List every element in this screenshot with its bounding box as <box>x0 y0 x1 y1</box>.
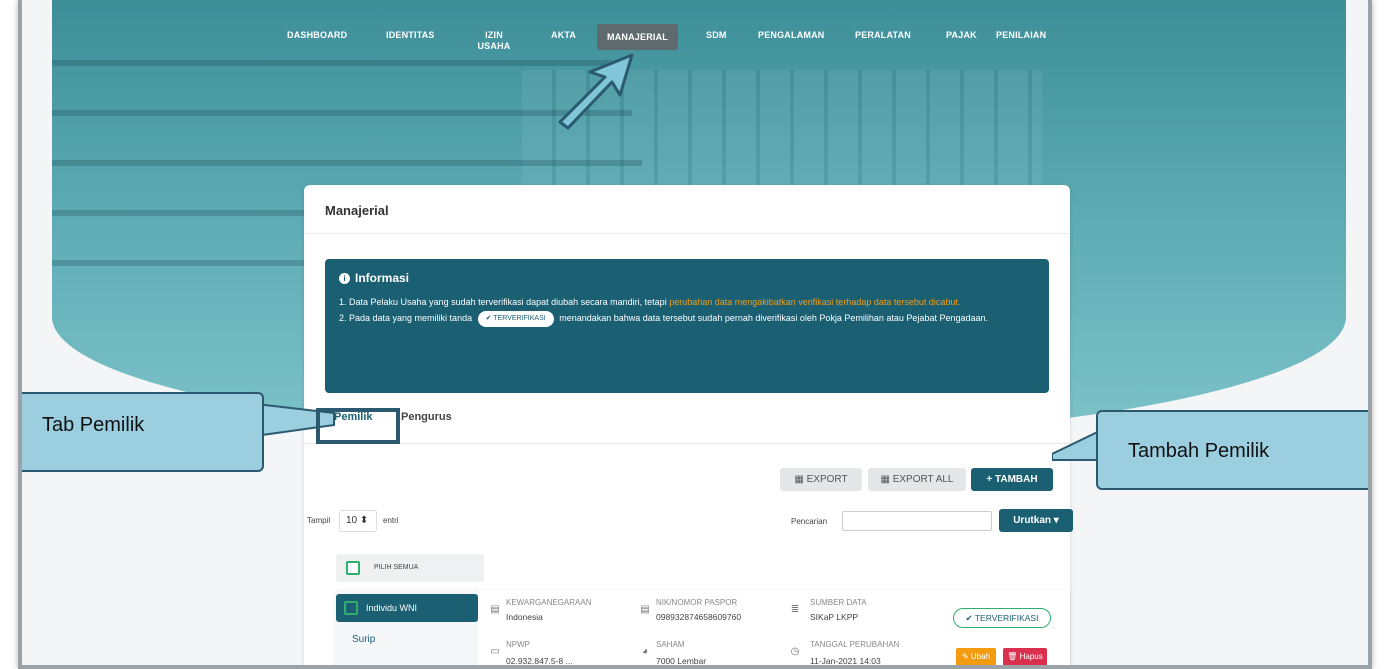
nav-dashboard[interactable]: DASHBOARD <box>287 30 347 41</box>
kewarganegaraan-value: Indonesia <box>506 612 543 622</box>
entri-label: entri <box>383 516 399 525</box>
nav-penilaian[interactable]: PENILAIAN <box>996 30 1046 41</box>
select-all-checkbox[interactable] <box>346 561 360 575</box>
sumber-value: SIKaP LKPP <box>810 612 859 622</box>
nav-izin-usaha[interactable]: IZIN USAHA <box>477 30 511 52</box>
tampil-label: Tampil <box>307 516 331 525</box>
tanggal-value: 11-Jan-2021 14:03 <box>810 656 881 666</box>
list-item: Individu WNI Surip ▤ KEWARGANEGARAAN Ind… <box>336 590 1070 666</box>
verified-badge-sample: ✔ TERVERIFIKASI <box>477 311 554 327</box>
tab-pengurus[interactable]: Pengurus <box>401 411 452 423</box>
callout-tab-pemilik: Tab Pemilik <box>22 392 264 472</box>
pointer-arrow <box>558 53 634 130</box>
clock-icon: ◷ <box>790 646 800 657</box>
id-card-icon: ▤ <box>640 604 650 615</box>
pilih-semua-row[interactable]: PILIH SEMUA <box>336 554 484 582</box>
pie-chart-icon: ◕ <box>641 646 649 657</box>
nav-manajerial[interactable]: MANAJERIAL <box>597 24 679 50</box>
pencarian-label: Pencarian <box>791 517 828 526</box>
nav-peralatan[interactable]: PERALATAN <box>855 30 911 41</box>
info-icon: i <box>339 272 350 284</box>
nik-value: 098932874658609760 <box>656 612 742 622</box>
search-input[interactable] <box>842 511 992 531</box>
nav-identitas[interactable]: IDENTITAS <box>386 30 435 41</box>
browser-frame: DASHBOARD IDENTITAS IZIN USAHA AKTA MANA… <box>18 0 1372 669</box>
id-card-icon: ▤ <box>490 604 500 615</box>
hapus-button[interactable]: 🗑 Hapus <box>1003 648 1047 665</box>
callout-tambah-pemilik: Tambah Pemilik <box>1096 410 1368 490</box>
ubah-button[interactable]: ✎ Ubah <box>956 648 996 665</box>
nav-akta[interactable]: AKTA <box>551 30 576 41</box>
entries-select[interactable]: 10 ⬍ <box>339 510 377 532</box>
export-button[interactable]: ▦ EXPORT <box>780 468 862 491</box>
table-icon: ▦ <box>794 474 807 485</box>
table-icon: ▦ <box>880 474 893 485</box>
info-line-1: 1. Data Pelaku Usaha yang sudah terverif… <box>339 297 961 307</box>
saham-value: 7000 Lembar <box>656 656 707 666</box>
export-all-button[interactable]: ▦ EXPORT ALL <box>868 468 966 491</box>
pilih-semua-label: PILIH SEMUA <box>374 564 419 571</box>
manajerial-card: Manajerial i Informasi 1. Data Pelaku Us… <box>304 185 1073 666</box>
database-icon: ≣ <box>790 604 800 615</box>
row-checkbox[interactable] <box>344 601 358 615</box>
urutkan-button[interactable]: Urutkan ▾ <box>999 509 1073 532</box>
main-nav: DASHBOARD IDENTITAS IZIN USAHA AKTA MANA… <box>22 24 1368 70</box>
info-line-2: 2. Pada data yang memiliki tanda ✔ TERVE… <box>339 311 1035 327</box>
info-title: Informasi <box>355 271 410 285</box>
nav-pajak[interactable]: PAJAK <box>946 30 977 41</box>
info-panel: i Informasi 1. Data Pelaku Usaha yang su… <box>325 259 1049 393</box>
verified-badge: ✔ TERVERIFIKASI <box>953 608 1051 628</box>
page-title: Manajerial <box>325 203 389 218</box>
nav-sdm[interactable]: SDM <box>706 30 727 41</box>
nav-pengalaman[interactable]: PENGALAMAN <box>758 30 825 41</box>
tab-highlight-box <box>316 408 400 444</box>
npwp-value: 02.932.847.5-8 ... <box>506 656 573 666</box>
tambah-button[interactable]: + TAMBAH <box>971 468 1053 491</box>
owner-name[interactable]: Surip <box>352 634 375 645</box>
card-icon: ▭ <box>490 646 500 657</box>
